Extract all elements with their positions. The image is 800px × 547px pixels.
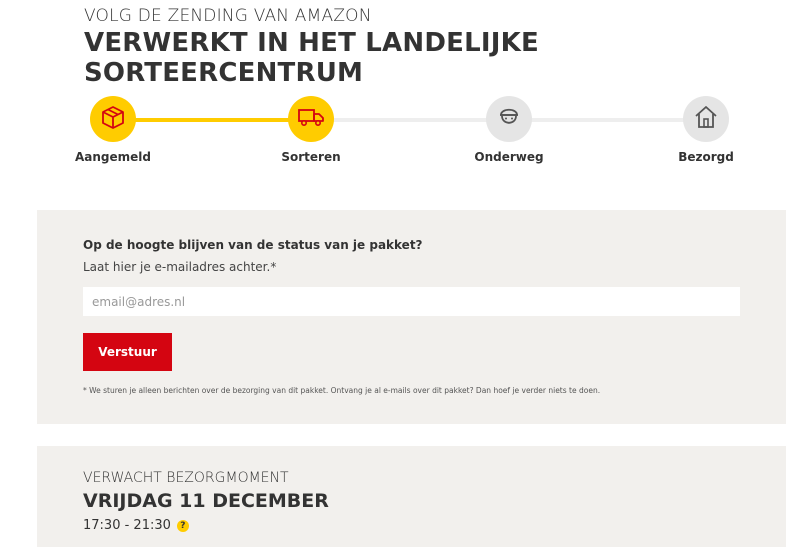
truck-icon [297,106,325,133]
step-circle [683,96,729,142]
notification-instruction: Laat hier je e-mailadres achter.* [83,260,277,274]
house-icon [692,103,720,136]
page-header: VOLG DE ZENDING VAN AMAZON VERWERKT IN H… [84,6,800,88]
step-label: Aangemeld [74,150,151,164]
step-circle [90,96,136,142]
step-aangemeld: Aangemeld [53,96,173,164]
step-label: Sorteren [281,150,341,164]
delivery-time-row: 17:30 - 21:30 ? [83,518,189,533]
expected-delivery-panel: VERWACHT BEZORGMOMENT VRIJDAG 11 DECEMBE… [37,446,786,547]
step-circle [288,96,334,142]
page-title: VERWERKT IN HET LANDELIJKE SORTEERCENTRU… [84,28,539,88]
disclaimer-text: * We sturen je alleen berichten over de … [83,386,601,395]
notification-question: Op de hoogte blijven van de status van j… [83,238,423,252]
question-icon[interactable]: ? [176,519,189,532]
step-bezorgd: Bezorgd [646,96,766,164]
submit-button[interactable]: Verstuur [83,333,172,371]
step-label: Onderweg [474,150,544,164]
email-field[interactable] [83,287,740,316]
delivery-label: VERWACHT BEZORGMOMENT [83,470,289,486]
courier-icon [495,103,523,136]
shipment-progress-tracker: Aangemeld Sorteren Onderweg Bezorgd [0,96,800,176]
package-icon [99,103,127,136]
step-label: Bezorgd [678,150,734,164]
step-sorteren: Sorteren [251,96,371,164]
delivery-date: VRIJDAG 11 DECEMBER [83,490,329,512]
step-onderweg: Onderweg [449,96,569,164]
step-circle [486,96,532,142]
page-subtitle: VOLG DE ZENDING VAN AMAZON [84,6,372,26]
email-notification-panel: Op de hoogte blijven van de status van j… [37,210,786,424]
delivery-time: 17:30 - 21:30 [83,518,171,533]
